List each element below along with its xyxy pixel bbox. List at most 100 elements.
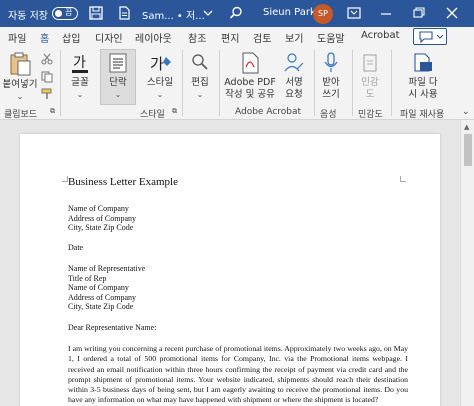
paste-button[interactable]: 붙여넣기 ⌄ xyxy=(2,51,38,103)
chevron-down-icon: ⌄ xyxy=(114,90,122,99)
copy-icon[interactable] xyxy=(40,71,54,83)
sender-line: City, State Zip Code xyxy=(68,223,134,232)
reuse-files-icon xyxy=(414,53,432,72)
chevron-down-icon: ⌄ xyxy=(156,90,164,99)
sender-line: Address of Company xyxy=(68,213,136,223)
font-label: 글꼴 xyxy=(71,77,89,88)
salutation-line: Dear Representative Name: xyxy=(68,323,157,332)
sensitivity-button[interactable]: 민감 도 xyxy=(354,51,386,101)
paragraph-label: 단락 xyxy=(109,77,127,88)
create-share-pdf-button[interactable]: Adobe PDF 작성 및 공유 xyxy=(222,51,278,101)
group-separator xyxy=(352,50,353,116)
tab-file[interactable]: 파일 xyxy=(8,30,26,45)
paragraph-icon xyxy=(109,53,127,73)
tab-view[interactable]: 보기 xyxy=(285,30,303,45)
minimize-icon[interactable] xyxy=(378,5,394,21)
close-icon[interactable] xyxy=(444,5,460,21)
group-separator xyxy=(60,50,61,116)
format-painter-icon[interactable] xyxy=(40,88,54,100)
group-separator xyxy=(391,50,392,116)
reuse-label: 파일 다 xyxy=(408,77,438,88)
font-button[interactable]: 가 글꼴 ⌄ xyxy=(63,51,97,101)
autosave-toggle[interactable]: 끔 xyxy=(52,7,78,20)
share-button[interactable] xyxy=(413,28,447,45)
sensitivity-label-2: 도 xyxy=(365,89,375,100)
pdf-icon xyxy=(242,52,259,74)
signature-label: 서명 xyxy=(285,77,303,88)
document-name[interactable]: Sam... • 저... xyxy=(142,7,205,22)
sender-block: Name of Company Address of Company City,… xyxy=(68,204,408,233)
dialog-launcher-icon[interactable]: ⧉ xyxy=(50,107,55,116)
dialog-launcher-icon[interactable]: ⧉ xyxy=(172,107,177,116)
sensitivity-icon xyxy=(363,54,377,72)
adobe-pdf-label-2: 작성 및 공유 xyxy=(225,89,275,100)
save-icon[interactable] xyxy=(88,5,104,21)
comment-icon xyxy=(419,31,444,44)
editing-label: 편집 xyxy=(191,77,209,88)
avatar[interactable]: SP xyxy=(313,4,333,24)
reuse-label-2: 시 사용 xyxy=(408,89,438,100)
reuse-group-label: 파일 재사용 xyxy=(400,110,445,120)
recipient-line: Name of Company xyxy=(68,283,129,292)
microphone-icon xyxy=(324,52,338,72)
reuse-files-button[interactable]: 파일 다 시 사용 xyxy=(394,51,452,101)
recipient-line: Address of Company xyxy=(68,292,136,302)
cut-icon[interactable] xyxy=(40,53,54,65)
document-title: Business Letter Example xyxy=(68,176,178,188)
tab-insert[interactable]: 삽입 xyxy=(62,30,80,45)
sender-line: Name of Company xyxy=(68,204,129,213)
tab-references[interactable]: 참조 xyxy=(188,30,206,45)
title-bar: 자동 저장 끔 Sam... • 저... Sieun Park SP xyxy=(0,0,474,27)
editing-button[interactable]: 편집 ⌄ xyxy=(184,51,216,101)
styles-icon: 가 xyxy=(150,55,171,73)
chevron-down-icon[interactable] xyxy=(200,5,216,21)
tab-help[interactable]: 도움말 xyxy=(317,30,345,45)
editing-icon xyxy=(192,54,208,70)
group-separator xyxy=(182,50,183,116)
signature-label-2: 요청 xyxy=(285,89,303,100)
clipboard-group-label: 클립보드 xyxy=(4,110,38,120)
ribbon: 붙여넣기 ⌄ 클립보드 ⧉ 가 글꼴 ⌄ 단락 ⌄ 가 스타일 ⌄ 스타일 ⧉ … xyxy=(0,47,474,120)
scroll-up-icon[interactable]: ▲ xyxy=(464,123,469,131)
adobe-group-label: Adobe Acrobat xyxy=(235,107,302,117)
tab-mailings[interactable]: 편지 xyxy=(221,30,239,45)
document-area: Business Letter Example Name of Company … xyxy=(0,120,460,406)
voice-group-label: 음성 xyxy=(320,110,337,120)
sensitivity-label: 민감 xyxy=(361,77,379,88)
styles-button[interactable]: 가 스타일 ⌄ xyxy=(142,51,178,101)
tab-home[interactable]: 홈 xyxy=(40,30,50,49)
group-separator xyxy=(314,50,315,116)
chevron-down-icon[interactable]: ⌄ xyxy=(462,107,470,117)
tab-review[interactable]: 검토 xyxy=(253,30,271,45)
ribbon-display-options-icon[interactable] xyxy=(346,5,362,21)
document-page[interactable]: Business Letter Example Name of Company … xyxy=(20,134,440,406)
sensitivity-group-label: 민감도 xyxy=(358,110,383,120)
restore-icon[interactable] xyxy=(410,5,426,21)
tab-acrobat[interactable]: Acrobat xyxy=(361,30,400,41)
tab-design[interactable]: 디자인 xyxy=(95,30,123,45)
styles-group-label: 스타일 xyxy=(140,110,165,120)
request-signature-button[interactable]: 서명 요청 xyxy=(280,51,308,101)
user-name: Sieun Park xyxy=(263,7,316,18)
autosave-state: 끔 xyxy=(65,8,73,17)
toggle-knob xyxy=(55,10,62,17)
styles-label: 스타일 xyxy=(146,77,174,88)
document-icon xyxy=(119,6,130,20)
clipboard-icon xyxy=(10,52,31,76)
recipient-block: Name of Representative Title of Rep Name… xyxy=(68,264,408,312)
salutation-block: Dear Representative Name: xyxy=(68,323,408,333)
font-icon: 가 xyxy=(72,55,88,73)
chevron-down-icon[interactable]: ⌄ xyxy=(2,91,38,103)
paragraph-control[interactable]: 단락 ⌄ xyxy=(101,51,135,101)
date-block: Date xyxy=(68,243,408,253)
signature-icon xyxy=(284,53,304,72)
recipient-line: Name of Representative xyxy=(68,264,146,273)
chevron-down-icon: ⌄ xyxy=(196,90,204,99)
dictate-button[interactable]: 받아 쓰기 xyxy=(316,51,346,101)
scroll-thumb[interactable] xyxy=(464,134,472,166)
search-icon[interactable] xyxy=(228,5,244,21)
tab-layout[interactable]: 레이아웃 xyxy=(135,30,172,45)
vertical-scrollbar[interactable]: ▲ xyxy=(460,120,474,406)
dictate-label: 받아 xyxy=(322,77,340,88)
chevron-down-icon: ⌄ xyxy=(76,90,84,99)
